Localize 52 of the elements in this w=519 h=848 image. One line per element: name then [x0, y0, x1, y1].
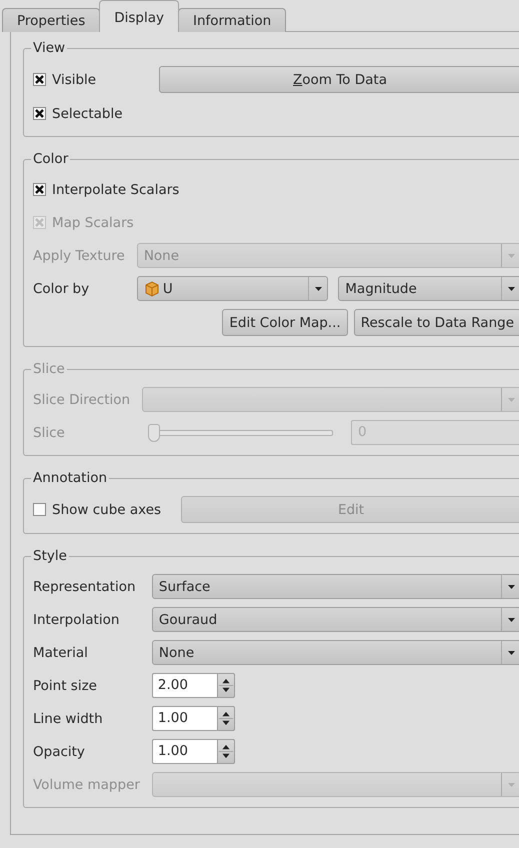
field-label: Line width	[33, 710, 104, 726]
caret-icon	[508, 584, 514, 588]
slider[interactable]	[148, 424, 333, 442]
field-label: Representation	[33, 578, 137, 594]
group-title: Annotation	[32, 470, 108, 486]
field-label: Apply Texture	[33, 248, 126, 264]
dropdown[interactable]: U	[136, 276, 328, 301]
field-label: Opacity	[33, 744, 86, 760]
button[interactable]: Rescale to Data Range	[354, 309, 519, 336]
number-field[interactable]: 1.00	[152, 739, 217, 764]
group-title: Style	[32, 548, 68, 564]
group-title: Slice	[32, 361, 66, 377]
checkbox[interactable]	[33, 503, 46, 516]
dropdown[interactable]: Magnitude	[338, 276, 519, 301]
group-title: View	[32, 40, 66, 56]
dropdown[interactable]: None	[152, 640, 519, 665]
checkbox[interactable]	[33, 73, 46, 86]
field-label: Volume mapper	[33, 776, 141, 792]
caret-icon	[508, 650, 514, 654]
checkbox-label: Map Scalars	[52, 214, 134, 230]
spin-buttons[interactable]	[216, 739, 235, 764]
caret-icon	[508, 618, 514, 622]
spin-buttons[interactable]	[216, 706, 235, 731]
field-label: Point size	[33, 678, 98, 694]
field-label: Slice Direction	[33, 392, 132, 408]
field-label: Color by	[33, 280, 90, 296]
caret-icon	[508, 254, 514, 258]
field-label: Material	[33, 644, 89, 660]
field-label: Slice	[33, 424, 66, 440]
caret-icon	[314, 286, 322, 290]
number-field[interactable]: 2.00	[152, 673, 217, 698]
caret-icon	[508, 286, 514, 290]
caret-icon	[508, 398, 514, 402]
number-field[interactable]: 1.00	[152, 706, 217, 731]
checkbox-label: Interpolate Scalars	[52, 182, 180, 198]
field-label: Interpolation	[33, 612, 120, 628]
tab[interactable]: Properties	[2, 8, 100, 32]
checkbox[interactable]	[33, 183, 46, 196]
caret-icon	[508, 782, 514, 786]
tab[interactable]: Information	[178, 8, 286, 32]
checkbox[interactable]	[33, 107, 46, 120]
dropdown[interactable]: Gouraud	[152, 607, 519, 632]
tab[interactable]: Display	[99, 0, 179, 32]
button[interactable]: Zoom To Data	[159, 66, 519, 93]
cube-icon	[144, 280, 160, 296]
spin-buttons[interactable]	[216, 673, 235, 698]
checkbox-label: Show cube axes	[52, 502, 162, 518]
button[interactable]: Edit Color Map...	[222, 309, 348, 336]
checkbox-label: Visible	[52, 72, 96, 88]
checkbox-label: Selectable	[52, 106, 123, 122]
group-title: Color	[32, 151, 70, 167]
dropdown[interactable]: Surface	[152, 574, 519, 599]
